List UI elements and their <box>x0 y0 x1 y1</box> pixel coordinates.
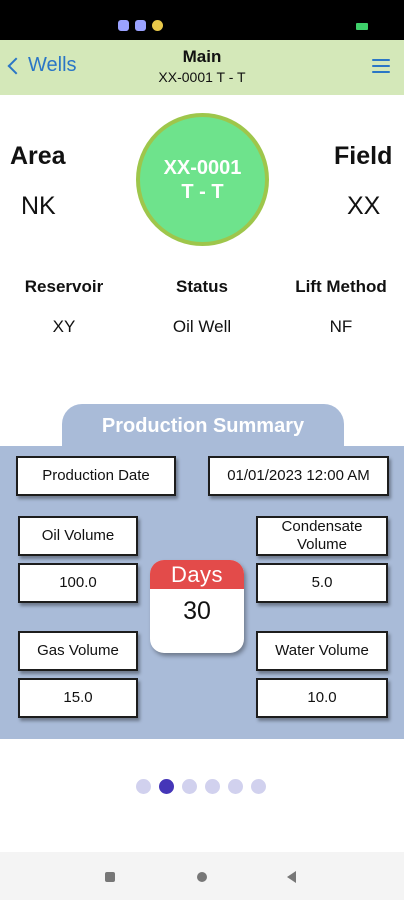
field-label: Field <box>334 142 393 170</box>
back-icon[interactable] <box>287 871 296 883</box>
reservoir-value: XY <box>52 317 76 336</box>
page-dot-active[interactable] <box>159 779 174 794</box>
notification-icon <box>118 20 129 31</box>
gas-volume-value: 15.0 <box>18 678 138 718</box>
production-date-field[interactable]: 01/01/2023 12:00 AM <box>208 456 389 496</box>
page-dot[interactable] <box>228 779 243 794</box>
water-volume-value: 10.0 <box>256 678 388 718</box>
notification-icons <box>118 20 163 31</box>
status-value: Oil Well <box>172 317 232 336</box>
status-bar <box>0 0 404 40</box>
condensate-volume-label: Condensate Volume <box>256 516 388 556</box>
area-label: Area <box>10 142 66 170</box>
reservoir-label: Reservoir <box>24 277 104 296</box>
emoji-notification-icon <box>152 20 163 31</box>
well-badge-suffix: T - T <box>181 180 224 203</box>
page-dot[interactable] <box>136 779 151 794</box>
page-indicator <box>136 779 266 794</box>
home-icon[interactable] <box>197 872 207 882</box>
status-label: Status <box>176 277 228 296</box>
lift-method-label: Lift Method <box>295 277 387 296</box>
gas-volume-label: Gas Volume <box>18 631 138 671</box>
days-label: Days <box>150 560 244 589</box>
page-dot[interactable] <box>182 779 197 794</box>
page-dot[interactable] <box>205 779 220 794</box>
condensate-volume-value: 5.0 <box>256 563 388 603</box>
page-subtitle: XX-0001 T - T <box>158 69 246 85</box>
production-date-label: Production Date <box>16 456 176 496</box>
days-value: 30 <box>183 597 211 625</box>
well-badge-id: XX-0001 <box>163 156 242 179</box>
oil-volume-label: Oil Volume <box>18 516 138 556</box>
app-header: Wells Main XX-0001 T - T <box>0 40 404 95</box>
well-badge: XX-0001 T - T <box>136 113 269 246</box>
hamburger-menu-icon[interactable] <box>372 59 390 73</box>
system-nav-bar <box>0 852 404 900</box>
page-dot[interactable] <box>251 779 266 794</box>
lift-method-value: NF <box>329 317 353 336</box>
notification-icon <box>135 20 146 31</box>
production-summary-title: Production Summary <box>101 415 305 437</box>
area-value: NK <box>21 192 56 220</box>
recent-apps-icon[interactable] <box>105 872 115 882</box>
water-volume-label: Water Volume <box>256 631 388 671</box>
field-value: XX <box>347 192 381 220</box>
battery-icon <box>356 23 368 30</box>
oil-volume-value: 100.0 <box>18 563 138 603</box>
page-title: Main <box>182 47 222 66</box>
days-calendar-icon: Days 30 <box>150 560 244 653</box>
